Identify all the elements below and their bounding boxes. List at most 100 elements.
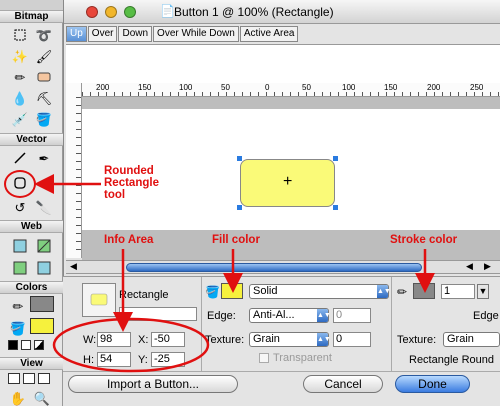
view-mode-buttons bbox=[8, 373, 58, 385]
ruler-label: 150 bbox=[138, 83, 152, 92]
info-area-annotation: Info Area bbox=[104, 234, 154, 246]
selection-handle[interactable] bbox=[237, 205, 242, 210]
divider bbox=[201, 277, 202, 372]
full-screen-menu-icon[interactable] bbox=[23, 373, 35, 384]
fill-type-select[interactable]: Solid ▲▼ bbox=[249, 284, 391, 299]
selection-handle[interactable] bbox=[237, 156, 242, 161]
stroke-color-well[interactable] bbox=[413, 283, 435, 299]
knife-tool-icon[interactable]: 🔪 bbox=[34, 197, 54, 217]
stroke-texture-select[interactable]: Grain bbox=[443, 332, 500, 347]
fill-color-swatch[interactable] bbox=[30, 318, 54, 334]
tab-over-while-down[interactable]: Over While Down bbox=[153, 26, 239, 42]
scroll-thumb[interactable] bbox=[126, 263, 422, 272]
tab-up[interactable]: Up bbox=[66, 26, 87, 42]
stroke-size-arrow-icon[interactable]: ▼ bbox=[477, 284, 489, 299]
transparent-checkbox[interactable] bbox=[259, 353, 269, 363]
window-title: Button 1 @ 100% (Rectangle) bbox=[174, 5, 334, 19]
editor-header-area bbox=[66, 44, 500, 83]
y-label: Y: bbox=[138, 354, 148, 366]
line-tool-icon[interactable] bbox=[10, 148, 30, 168]
minimize-button[interactable] bbox=[105, 6, 117, 18]
y-field[interactable]: -25 bbox=[151, 352, 185, 367]
stroke-color-swatch[interactable] bbox=[30, 296, 54, 312]
hotspot-tool-icon[interactable] bbox=[10, 236, 30, 256]
object-name-field[interactable] bbox=[119, 307, 197, 321]
edge-label: Edge: bbox=[207, 310, 236, 322]
close-button[interactable] bbox=[86, 6, 98, 18]
width-field[interactable]: 98 bbox=[97, 332, 131, 347]
hand-tool-icon[interactable]: ✋ bbox=[8, 388, 28, 406]
scroll-left-icon[interactable]: ◀ bbox=[70, 261, 77, 272]
blur-tool-icon[interactable]: 💧 bbox=[10, 88, 30, 108]
selection-handle[interactable] bbox=[333, 205, 338, 210]
rectangle-roundness-label: Rectangle Round bbox=[409, 354, 495, 366]
no-color-icon[interactable] bbox=[21, 340, 31, 350]
tab-down[interactable]: Down bbox=[118, 26, 153, 42]
scroll-left-arrow-icon[interactable]: ◀ bbox=[466, 261, 473, 272]
text-tool-icon[interactable]: A bbox=[38, 173, 58, 193]
hide-slices-icon[interactable] bbox=[10, 258, 30, 278]
rubber-stamp-icon[interactable]: ⛏ bbox=[34, 88, 54, 108]
magic-wand-icon[interactable]: ✨ bbox=[10, 46, 30, 66]
import-button[interactable]: Import a Button... bbox=[68, 375, 238, 393]
zoom-button[interactable] bbox=[124, 6, 136, 18]
toolbox-panel: Bitmap ➰ ✨ 🖌 ✏ 💧 ⛏ 💉 🪣 Vector ✒ A ↺ 🔪 We… bbox=[0, 0, 63, 406]
ruler-label: 250 bbox=[470, 83, 484, 92]
ruler-label: 0 bbox=[265, 83, 270, 92]
section-colors: Colors bbox=[0, 281, 63, 294]
full-screen-icon[interactable] bbox=[38, 373, 50, 384]
height-field[interactable]: 54 bbox=[97, 352, 131, 367]
object-thumbnail bbox=[82, 283, 116, 317]
texture-select[interactable]: Grain ▲▼ bbox=[249, 332, 331, 347]
swap-colors-icon[interactable] bbox=[34, 340, 44, 350]
stroke-texture-label: Texture: bbox=[397, 334, 437, 346]
rounded-rectangle-shape[interactable]: + bbox=[240, 159, 335, 207]
tab-active-area[interactable]: Active Area bbox=[239, 26, 299, 42]
done-button[interactable]: Done bbox=[395, 375, 470, 393]
freeform-tool-icon[interactable]: ↺ bbox=[10, 197, 30, 217]
fill-color-well[interactable] bbox=[221, 283, 243, 299]
screen: Bitmap ➰ ✨ 🖌 ✏ 💧 ⛏ 💉 🪣 Vector ✒ A ↺ 🔪 We… bbox=[0, 0, 500, 406]
canvas-border-top bbox=[82, 97, 500, 109]
texture-value: Grain bbox=[253, 333, 280, 345]
horizontal-ruler: 200 150 100 50 0 50 100 150 200 250 bbox=[82, 83, 500, 97]
property-inspector: Rectangle W: 98 X: -50 H: 54 Y: -25 🪣 So… bbox=[63, 276, 500, 372]
standard-mode-icon[interactable] bbox=[8, 373, 20, 384]
edge-select[interactable]: Anti-Al... ▲▼ bbox=[249, 308, 331, 323]
stroke-size-field[interactable]: 1 bbox=[441, 284, 475, 299]
ruler-label: 200 bbox=[427, 83, 441, 92]
fill-bucket-icon: 🪣 bbox=[9, 320, 27, 336]
eyedropper-icon[interactable]: 💉 bbox=[10, 109, 30, 129]
horizontal-scrollbar[interactable]: ◀ ◀ ▶ bbox=[66, 260, 500, 274]
slice-tool-icon[interactable] bbox=[34, 236, 54, 256]
x-field[interactable]: -50 bbox=[151, 332, 185, 347]
pencil-tool-icon[interactable]: ✏ bbox=[10, 67, 30, 87]
tab-over[interactable]: Over bbox=[87, 26, 118, 42]
brush-tool-icon[interactable]: 🖌 bbox=[34, 46, 54, 66]
zoom-tool-icon[interactable]: 🔍 bbox=[32, 388, 52, 406]
select-arrow-icon: ▲▼ bbox=[317, 309, 331, 322]
default-colors-icon[interactable] bbox=[8, 340, 18, 350]
ruler-label: 200 bbox=[96, 83, 110, 92]
ruler-label: 100 bbox=[342, 83, 356, 92]
texture-amount-field[interactable]: 0 bbox=[333, 332, 371, 347]
paint-bucket-icon[interactable]: 🪣 bbox=[34, 109, 54, 129]
fill-type-value: Solid bbox=[253, 285, 278, 297]
center-crosshair: + bbox=[283, 173, 293, 190]
scroll-right-arrow-icon[interactable]: ▶ bbox=[484, 261, 491, 272]
texture-label: Texture: bbox=[205, 334, 245, 346]
annotation-line: Rectangle bbox=[104, 177, 159, 189]
eraser-tool-icon[interactable] bbox=[34, 67, 54, 87]
pen-tool-icon[interactable]: ✒ bbox=[34, 148, 54, 168]
marquee-tool-icon[interactable] bbox=[10, 25, 30, 45]
cancel-button[interactable]: Cancel bbox=[303, 375, 383, 393]
lasso-tool-icon[interactable]: ➰ bbox=[34, 25, 54, 45]
vertical-ruler bbox=[66, 83, 82, 258]
edge-amount-field[interactable]: 0 bbox=[333, 308, 371, 323]
section-bitmap: Bitmap bbox=[0, 10, 63, 23]
tool-highlight-circle bbox=[4, 170, 36, 198]
show-slices-icon[interactable] bbox=[34, 258, 54, 278]
selection-handle[interactable] bbox=[333, 156, 338, 161]
select-arrow-icon: ▲▼ bbox=[317, 333, 331, 346]
object-type-label: Rectangle bbox=[119, 289, 169, 301]
